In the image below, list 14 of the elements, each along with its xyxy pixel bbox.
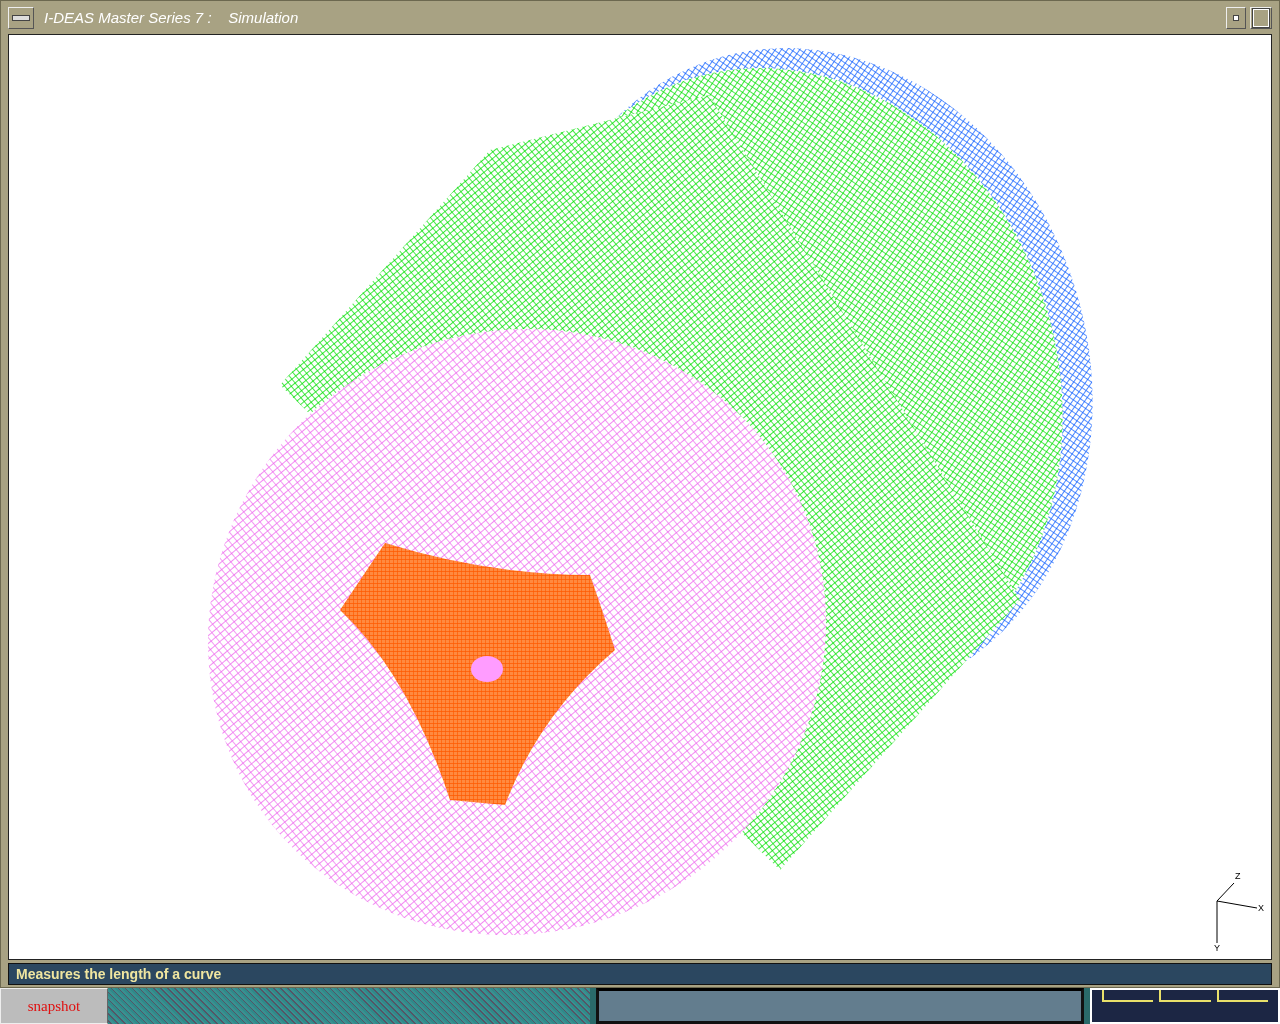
pager-cell[interactable] bbox=[1159, 990, 1211, 1002]
axis-triad-drawing bbox=[1216, 882, 1258, 944]
pager-cell[interactable] bbox=[1216, 990, 1268, 1002]
snapshot-button[interactable]: snapshot bbox=[0, 988, 108, 1024]
desktop-pager[interactable] bbox=[1090, 988, 1280, 1024]
window-title: I-DEAS Master Series 7 : Simulation bbox=[44, 9, 299, 26]
pager-cell[interactable] bbox=[1102, 990, 1154, 1002]
status-message: Measures the length of a curve bbox=[8, 963, 1272, 985]
x-axis-label: X bbox=[1258, 903, 1264, 913]
minimize-icon[interactable] bbox=[1226, 6, 1246, 29]
y-axis-label: Y bbox=[1214, 943, 1220, 953]
window-menu-icon[interactable] bbox=[8, 6, 34, 29]
maximize-icon[interactable] bbox=[1250, 6, 1272, 29]
z-axis-label: Z bbox=[1235, 871, 1241, 881]
